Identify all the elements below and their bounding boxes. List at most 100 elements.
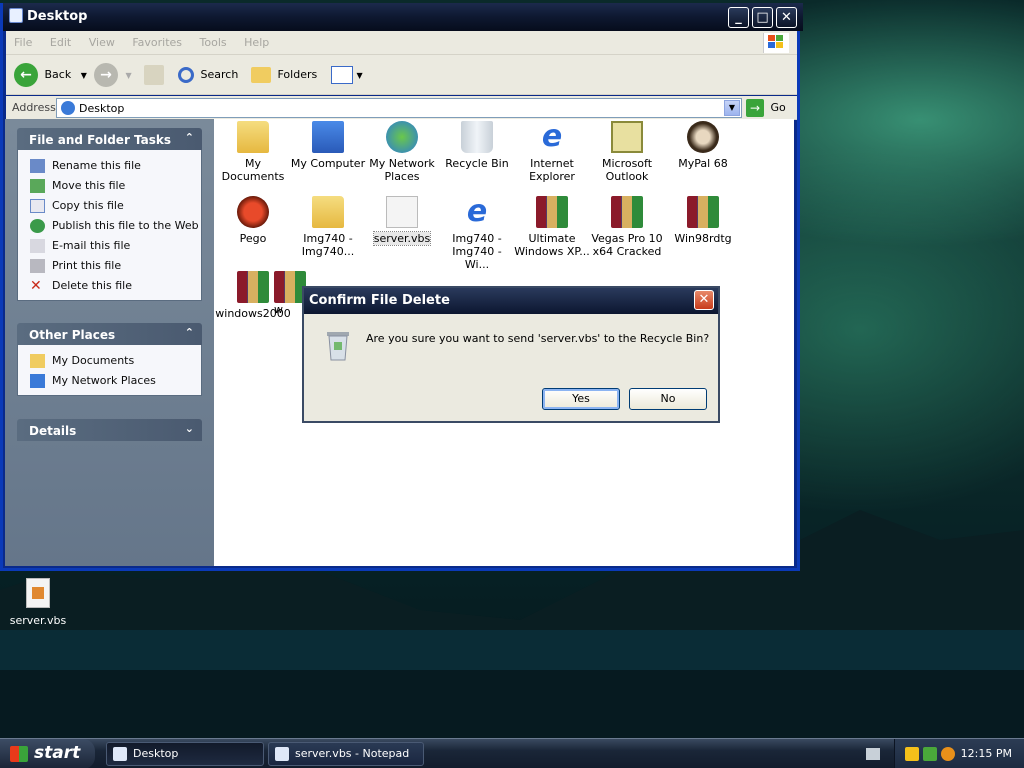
- task-label: Publish this file to the Web: [52, 219, 199, 232]
- ie-icon: [9, 8, 23, 23]
- file-label: server.vbs: [372, 231, 432, 246]
- yes-button[interactable]: Yes: [542, 388, 620, 410]
- menu-bar: File Edit View Favorites Tools Help: [6, 31, 797, 55]
- internet-explorer-icon: e: [541, 119, 563, 154]
- taskbar-item-notepad[interactable]: server.vbs - Notepad: [268, 742, 424, 766]
- menu-edit[interactable]: Edit: [50, 36, 71, 49]
- other-places-header[interactable]: Other Places ⌃: [17, 323, 202, 345]
- taskbar-item-desktop[interactable]: Desktop: [106, 742, 264, 766]
- task-print[interactable]: Print this file: [28, 256, 201, 276]
- network-places-icon: [386, 121, 418, 153]
- copy-icon: [30, 199, 45, 213]
- file-item-pego[interactable]: Pego: [215, 196, 291, 245]
- file-label: Win98rdtg: [674, 232, 732, 245]
- back-dropdown-icon[interactable]: ▼: [81, 71, 87, 80]
- collapse-chevron-icon[interactable]: ⌃: [185, 326, 194, 339]
- place-my-network[interactable]: My Network Places: [28, 371, 201, 391]
- go-arrow-icon: →: [746, 99, 764, 117]
- expand-chevron-icon[interactable]: ⌄: [185, 422, 194, 435]
- internet-explorer-icon: e: [466, 194, 488, 229]
- search-button[interactable]: Search: [178, 63, 238, 87]
- other-places-title: Other Places: [29, 328, 116, 342]
- file-item-microsoft-outlook[interactable]: Microsoft Outlook: [589, 121, 665, 183]
- task-delete[interactable]: ✕ Delete this file: [28, 276, 201, 296]
- file-label-line2: x64 Cracked: [592, 245, 662, 258]
- rename-icon: [30, 159, 45, 173]
- menu-file[interactable]: File: [14, 36, 32, 49]
- file-item-img740-b[interactable]: e Img740 - Img740 - Wi...: [439, 194, 515, 272]
- security-shield-icon[interactable]: [905, 747, 919, 761]
- up-folder-button[interactable]: [144, 63, 164, 87]
- views-button[interactable]: ▼: [331, 63, 363, 87]
- notepad-icon: [275, 747, 289, 761]
- start-button[interactable]: start: [0, 739, 95, 768]
- file-item-img740-a[interactable]: Img740 - Img740...: [290, 196, 366, 258]
- go-button[interactable]: → Go: [746, 98, 786, 118]
- dialog-close-button[interactable]: ✕: [694, 290, 714, 310]
- recycle-bin-icon: [324, 328, 352, 362]
- dialog-titlebar[interactable]: Confirm File Delete ✕: [304, 288, 718, 314]
- details-header[interactable]: Details ⌄: [17, 419, 202, 441]
- task-rename[interactable]: Rename this file: [28, 156, 201, 176]
- no-button[interactable]: No: [629, 388, 707, 410]
- task-pane: File and Folder Tasks ⌃ Rename this file…: [5, 119, 214, 566]
- file-label-line2: Img740 - Wi...: [452, 245, 502, 271]
- back-button[interactable]: ← Back ▼: [14, 63, 87, 87]
- window-titlebar[interactable]: Desktop _ □ ✕: [3, 3, 803, 31]
- confirm-delete-dialog: Confirm File Delete ✕ Are you sure you w…: [302, 286, 720, 423]
- file-item-internet-explorer[interactable]: e Internet Explorer: [514, 119, 590, 184]
- search-tray-icon[interactable]: [941, 747, 955, 761]
- menu-help[interactable]: Help: [244, 36, 269, 49]
- file-label: Ultimate: [528, 232, 576, 245]
- file-item-mypal[interactable]: MyPal 68: [665, 121, 741, 170]
- file-item-server-vbs[interactable]: server.vbs: [364, 196, 440, 246]
- menu-view[interactable]: View: [89, 36, 115, 49]
- task-copy[interactable]: Copy this file: [28, 196, 201, 216]
- task-move[interactable]: Move this file: [28, 176, 201, 196]
- file-label-line2: Img740...: [301, 245, 355, 258]
- winrar-archive-icon: [687, 196, 719, 228]
- file-label: Pego: [239, 232, 267, 245]
- file-item-my-documents[interactable]: My Documents: [215, 121, 291, 183]
- task-label: Print this file: [52, 259, 122, 272]
- task-label: Copy this file: [52, 199, 124, 212]
- keyboard-tray-icon[interactable]: [866, 748, 880, 760]
- file-folder-tasks-title: File and Folder Tasks: [29, 133, 172, 147]
- clock[interactable]: 12:15 PM: [961, 747, 1012, 760]
- minimize-button[interactable]: _: [728, 7, 749, 28]
- file-item-win98rdtg[interactable]: Win98rdtg: [665, 196, 741, 245]
- desktop-icon-server-vbs[interactable]: server.vbs: [8, 578, 68, 627]
- file-folder-tasks-panel: File and Folder Tasks ⌃ Rename this file…: [17, 128, 202, 301]
- task-publish[interactable]: Publish this file to the Web: [28, 216, 201, 236]
- menu-favorites[interactable]: Favorites: [132, 36, 182, 49]
- file-label: My Network: [369, 157, 435, 170]
- file-item-vegas-pro[interactable]: Vegas Pro 10 x64 Cracked: [589, 196, 665, 258]
- address-dropdown-icon[interactable]: ▼: [724, 100, 740, 116]
- folders-icon: [251, 67, 271, 83]
- close-button[interactable]: ✕: [776, 7, 797, 28]
- address-label: Address: [12, 101, 56, 114]
- maximize-button[interactable]: □: [752, 7, 773, 28]
- file-item-my-network-places[interactable]: My Network Places: [364, 121, 440, 183]
- go-label: Go: [770, 101, 786, 114]
- file-label-line2: Outlook: [605, 170, 649, 183]
- forward-button[interactable]: → ▼: [94, 63, 132, 87]
- address-field[interactable]: Desktop ▼: [56, 98, 742, 118]
- windows-flag-icon: [10, 746, 28, 762]
- file-folder-tasks-header[interactable]: File and Folder Tasks ⌃: [17, 128, 202, 150]
- outlook-icon: [611, 121, 643, 153]
- file-item-recycle-bin[interactable]: Recycle Bin: [439, 121, 515, 170]
- folders-button[interactable]: Folders: [251, 63, 317, 87]
- file-item-partial[interactable]: w: [274, 271, 306, 316]
- place-my-documents[interactable]: My Documents: [28, 351, 201, 371]
- menu-tools[interactable]: Tools: [200, 36, 227, 49]
- task-email[interactable]: E-mail this file: [28, 236, 201, 256]
- delete-x-icon: ✕: [30, 278, 42, 294]
- mypal-icon: [687, 121, 719, 153]
- collapse-chevron-icon[interactable]: ⌃: [185, 131, 194, 144]
- file-item-my-computer[interactable]: My Computer: [290, 121, 366, 170]
- dialog-title: Confirm File Delete: [309, 293, 450, 308]
- folders-label: Folders: [277, 68, 318, 81]
- network-tray-icon[interactable]: [923, 747, 937, 761]
- file-item-ultimate-windows-xp[interactable]: Ultimate Windows XP...: [514, 196, 590, 258]
